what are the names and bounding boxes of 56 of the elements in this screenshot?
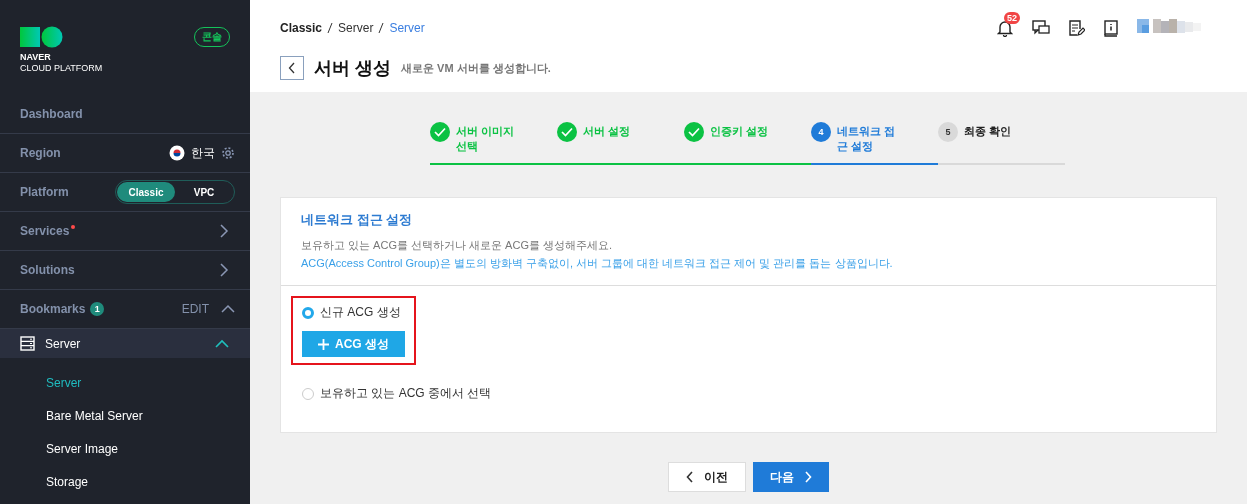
bell-icon[interactable] bbox=[997, 19, 1013, 37]
submenu-item[interactable]: Bare Metal Server bbox=[46, 406, 250, 426]
previous-button[interactable]: 이전 bbox=[668, 462, 746, 492]
next-button[interactable]: 다음 bbox=[753, 462, 829, 492]
step-number: 4 bbox=[811, 122, 831, 142]
chevron-left-icon bbox=[288, 62, 296, 74]
separator-icon bbox=[327, 22, 334, 34]
platform-option[interactable]: VPC bbox=[175, 182, 233, 202]
chevron-right-icon bbox=[804, 471, 812, 483]
breadcrumb-item: Server bbox=[389, 21, 425, 35]
breadcrumb-item[interactable]: Server bbox=[338, 21, 374, 35]
section-note: ACG(Access Control Group)은 별도의 방화벽 구축없이, 서버 그룹에 대한 네트워크 접근 제어 및 관리를 돕는 상품입니다. bbox=[301, 256, 894, 271]
book-icon[interactable] bbox=[1104, 19, 1118, 37]
region-value[interactable]: 한국 bbox=[191, 144, 215, 162]
brand-name: CLOUD PLATFORM bbox=[20, 63, 103, 74]
breadcrumb-item[interactable]: Classic bbox=[280, 21, 323, 35]
submenu-item[interactable]: Server bbox=[46, 373, 250, 393]
platform-option[interactable]: Classic bbox=[117, 182, 175, 202]
submenu-item[interactable]: Storage bbox=[46, 472, 250, 492]
chevron-up-icon[interactable] bbox=[221, 304, 235, 314]
page-title: 서버 생성 bbox=[314, 57, 391, 80]
step-label: 네트워크 접근 설정 bbox=[837, 124, 897, 154]
settings-icon[interactable] bbox=[221, 146, 235, 160]
brand-name: NAVER bbox=[20, 52, 52, 63]
notification-badge: 52 bbox=[1004, 12, 1020, 24]
menu-group-header[interactable]: Server bbox=[0, 329, 250, 358]
separator-icon bbox=[378, 22, 385, 34]
server-icon bbox=[20, 336, 35, 351]
back-button[interactable] bbox=[280, 56, 304, 80]
submenu-item[interactable]: Server Image bbox=[46, 439, 250, 459]
step-label: 서버 이미지 선택 bbox=[456, 124, 516, 154]
menu-label: Region bbox=[20, 146, 61, 160]
menu-label: Bookmarks bbox=[20, 302, 86, 316]
step-label: 서버 설정 bbox=[583, 124, 632, 139]
page-subtitle: 새로운 VM 서버를 생성합니다. bbox=[401, 60, 551, 76]
menu-item[interactable]: Solutions bbox=[20, 263, 75, 277]
chevron-up-icon[interactable] bbox=[215, 338, 229, 349]
section-title: 네트워크 접근 설정 bbox=[301, 211, 414, 229]
edit-link[interactable]: EDIT bbox=[181, 302, 215, 316]
count-badge: 1 bbox=[90, 302, 105, 316]
radio-option[interactable]: 보유하고 있는 ACG 중에서 선택 bbox=[302, 385, 492, 402]
flag-icon bbox=[169, 145, 185, 161]
plus-icon bbox=[318, 338, 329, 350]
chevron-left-icon bbox=[686, 471, 694, 483]
menu-item[interactable]: Dashboard bbox=[20, 107, 83, 121]
chevron-right-icon[interactable] bbox=[219, 224, 229, 238]
radio-option[interactable]: 신규 ACG 생성 bbox=[302, 304, 401, 321]
section-description: 보유하고 있는 ACG를 선택하거나 새로운 ACG를 생성해주세요. bbox=[301, 238, 614, 253]
step-label: 인증키 설정 bbox=[710, 124, 770, 139]
step-label: 최종 확인 bbox=[964, 124, 1013, 139]
chevron-right-icon[interactable] bbox=[219, 263, 229, 277]
step-number: 5 bbox=[938, 122, 958, 142]
menu-label: Platform bbox=[20, 185, 69, 199]
memo-edit-icon[interactable] bbox=[1069, 20, 1085, 36]
chat-icon[interactable] bbox=[1032, 20, 1050, 36]
menu-item[interactable]: Services bbox=[20, 224, 70, 238]
